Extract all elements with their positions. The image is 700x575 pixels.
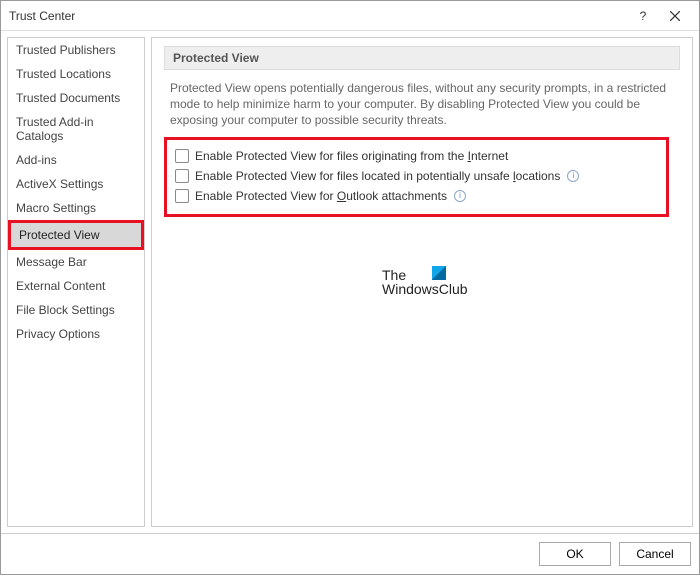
close-button[interactable] <box>659 1 691 31</box>
sidebar-item-label: Trusted Locations <box>16 67 111 81</box>
windows-logo-icon <box>432 266 446 280</box>
checkbox-label: Enable Protected View for Outlook attach… <box>195 189 447 203</box>
checkbox-unsafe-locations[interactable] <box>175 169 189 183</box>
sidebar-item-trusted-locations[interactable]: Trusted Locations <box>8 62 144 86</box>
checkbox-row-unsafe-locations: Enable Protected View for files located … <box>175 166 658 186</box>
close-icon <box>670 11 680 21</box>
sidebar-item-label: ActiveX Settings <box>16 177 103 191</box>
help-icon: ? <box>640 9 647 23</box>
sidebar-item-trusted-addin-catalogs[interactable]: Trusted Add-in Catalogs <box>8 110 144 148</box>
checkbox-row-internet: Enable Protected View for files originat… <box>175 146 658 166</box>
section-header: Protected View <box>164 46 680 70</box>
sidebar-item-label: Trusted Publishers <box>16 43 116 57</box>
titlebar: Trust Center ? <box>1 1 699 31</box>
sidebar-item-message-bar[interactable]: Message Bar <box>8 250 144 274</box>
sidebar-item-protected-view[interactable]: Protected View <box>8 220 144 250</box>
sidebar-item-privacy-options[interactable]: Privacy Options <box>8 322 144 346</box>
sidebar-item-label: Trusted Documents <box>16 91 120 105</box>
sidebar-item-label: Protected View <box>19 228 100 242</box>
watermark-text-1: The <box>382 268 468 282</box>
sidebar-item-trusted-documents[interactable]: Trusted Documents <box>8 86 144 110</box>
sidebar-item-label: External Content <box>16 279 105 293</box>
checkbox-outlook[interactable] <box>175 189 189 203</box>
ok-button[interactable]: OK <box>539 542 611 566</box>
sidebar-item-file-block-settings[interactable]: File Block Settings <box>8 298 144 322</box>
checkbox-row-outlook: Enable Protected View for Outlook attach… <box>175 186 658 206</box>
sidebar-item-label: Macro Settings <box>16 201 96 215</box>
checkbox-internet[interactable] <box>175 149 189 163</box>
window-title: Trust Center <box>9 9 627 23</box>
info-icon[interactable]: i <box>454 190 466 202</box>
content-area: Trusted Publishers Trusted Locations Tru… <box>1 31 699 533</box>
sidebar-item-label: Message Bar <box>16 255 87 269</box>
sidebar-item-label: File Block Settings <box>16 303 115 317</box>
help-button[interactable]: ? <box>627 1 659 31</box>
sidebar-item-label: Trusted Add-in Catalogs <box>16 115 94 143</box>
checkbox-label: Enable Protected View for files located … <box>195 169 560 183</box>
cancel-button[interactable]: Cancel <box>619 542 691 566</box>
info-icon[interactable]: i <box>567 170 579 182</box>
section-description: Protected View opens potentially dangero… <box>164 80 680 135</box>
sidebar-item-label: Add-ins <box>16 153 57 167</box>
sidebar: Trusted Publishers Trusted Locations Tru… <box>7 37 145 527</box>
trust-center-dialog: Trust Center ? Trusted Publishers Truste… <box>0 0 700 575</box>
main-panel: Protected View Protected View opens pote… <box>151 37 693 527</box>
checkbox-group-highlight: Enable Protected View for files originat… <box>164 137 669 217</box>
sidebar-item-trusted-publishers[interactable]: Trusted Publishers <box>8 38 144 62</box>
sidebar-item-activex-settings[interactable]: ActiveX Settings <box>8 172 144 196</box>
sidebar-item-external-content[interactable]: External Content <box>8 274 144 298</box>
sidebar-item-label: Privacy Options <box>16 327 100 341</box>
checkbox-label: Enable Protected View for files originat… <box>195 149 508 163</box>
sidebar-item-macro-settings[interactable]: Macro Settings <box>8 196 144 220</box>
sidebar-item-addins[interactable]: Add-ins <box>8 148 144 172</box>
watermark-text-2: WindowsClub <box>382 282 468 296</box>
watermark: The WindowsClub <box>382 268 468 296</box>
dialog-footer: OK Cancel <box>1 533 699 574</box>
